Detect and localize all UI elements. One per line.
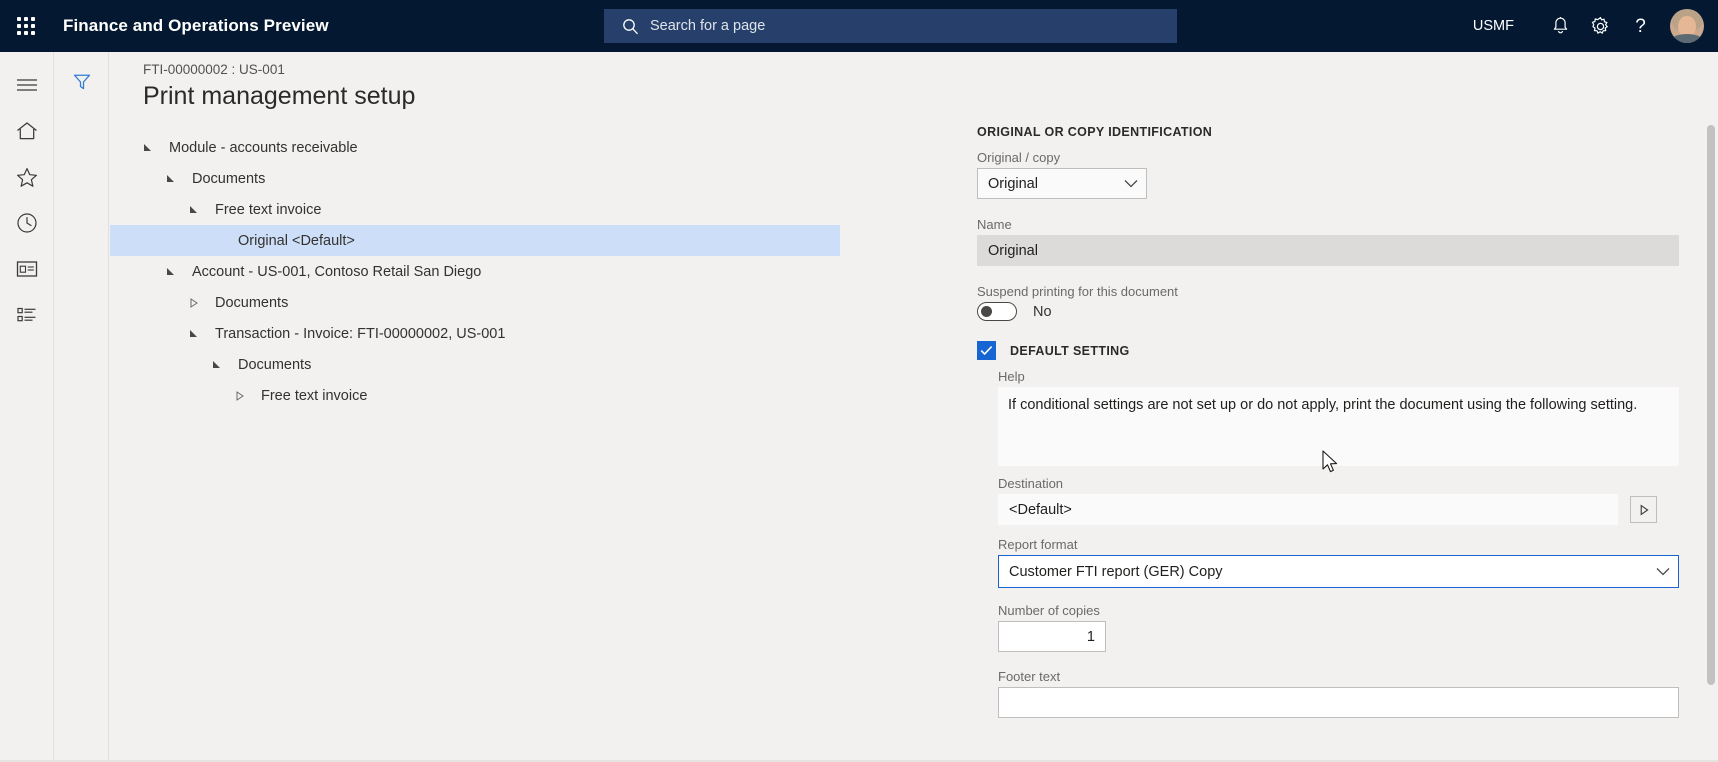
- chevron-down-icon: [1124, 179, 1138, 188]
- search-placeholder: Search for a page: [650, 18, 766, 34]
- original-copy-value: Original: [988, 175, 1038, 192]
- expanded-triangle-icon[interactable]: [166, 267, 186, 277]
- name-field-group: Name Original: [977, 217, 1679, 266]
- suspend-printing-group: Suspend printing for this document No: [977, 284, 1297, 321]
- tree-node[interactable]: Free text invoice: [143, 380, 933, 411]
- destination-value[interactable]: <Default>: [998, 494, 1618, 525]
- report-format-value: Customer FTI report (GER) Copy: [1009, 563, 1223, 580]
- report-format-field-group: Report format Customer FTI report (GER) …: [977, 537, 1679, 588]
- help-text: If conditional settings are not set up o…: [998, 387, 1679, 466]
- help-field-group: Help If conditional settings are not set…: [977, 369, 1679, 466]
- app-launcher-icon[interactable]: [0, 0, 52, 52]
- expanded-triangle-icon[interactable]: [189, 329, 209, 339]
- tree-node[interactable]: Documents: [143, 163, 933, 194]
- original-copy-field-group: Original / copy Original: [977, 150, 1147, 199]
- tree-node[interactable]: Documents: [143, 287, 933, 318]
- top-navigation-bar: Finance and Operations Preview Search fo…: [0, 0, 1718, 52]
- collapsed-triangle-icon[interactable]: [235, 390, 255, 401]
- expanded-triangle-icon[interactable]: [143, 143, 163, 153]
- svg-text:?: ?: [1635, 16, 1646, 37]
- tree-node-label: Documents: [192, 170, 266, 187]
- tree-node-selected[interactable]: Original <Default>: [110, 225, 840, 256]
- help-label: Help: [998, 369, 1025, 384]
- filter-funnel-icon[interactable]: [55, 62, 109, 102]
- settings-gear-icon[interactable]: [1580, 6, 1620, 46]
- tree-node-label: Original <Default>: [238, 232, 355, 249]
- hamburger-menu-icon[interactable]: [0, 62, 54, 108]
- footer-text-input[interactable]: [998, 687, 1679, 718]
- avatar-body: [1671, 34, 1703, 43]
- tree-node-label: Transaction - Invoice: FTI-00000002, US-…: [215, 325, 506, 342]
- workspaces-icon[interactable]: [0, 246, 54, 292]
- destination-row: <Default>: [998, 494, 1700, 525]
- page-content: FTI-00000002 : US-001 Print management s…: [110, 52, 1718, 762]
- original-copy-label: Original / copy: [977, 150, 1061, 165]
- user-avatar[interactable]: [1670, 9, 1704, 43]
- section-title-default-setting: Default setting: [1010, 343, 1130, 358]
- suspend-printing-value: No: [1033, 303, 1052, 320]
- original-copy-select[interactable]: Original: [977, 168, 1147, 199]
- suspend-printing-label: Suspend printing for this document: [977, 284, 1178, 299]
- filter-pane-column: [55, 52, 109, 762]
- name-value: Original: [977, 235, 1679, 266]
- notifications-bell-icon[interactable]: [1540, 6, 1580, 46]
- expanded-triangle-icon[interactable]: [166, 174, 186, 184]
- tree-node-label: Account - US-001, Contoso Retail San Die…: [192, 263, 482, 280]
- breadcrumb: FTI-00000002 : US-001: [143, 62, 285, 77]
- app-launcher-grid: [17, 17, 35, 35]
- tree-node[interactable]: Transaction - Invoice: FTI-00000002, US-…: [143, 318, 933, 349]
- vertical-scrollbar[interactable]: [1707, 125, 1715, 755]
- search-input[interactable]: Search for a page: [604, 9, 1177, 43]
- default-setting-checkbox[interactable]: [977, 341, 996, 360]
- expanded-triangle-icon[interactable]: [212, 360, 232, 370]
- destination-label: Destination: [998, 476, 1064, 491]
- footer-text-field-group: Footer text: [977, 669, 1679, 718]
- app-title: Finance and Operations Preview: [63, 16, 329, 35]
- page-title: Print management setup: [143, 82, 416, 110]
- scrollbar-thumb[interactable]: [1707, 125, 1715, 685]
- tree-node[interactable]: Module - accounts receivable: [143, 132, 933, 163]
- collapsed-triangle-icon[interactable]: [189, 297, 209, 308]
- number-of-copies-label: Number of copies: [998, 603, 1100, 618]
- tree-node-label: Documents: [215, 294, 289, 311]
- tree-node[interactable]: Documents: [143, 349, 933, 380]
- tree-node-label: Free text invoice: [261, 387, 368, 404]
- details-pane: Original or copy identification Original…: [955, 52, 1700, 762]
- expanded-triangle-icon[interactable]: [189, 205, 209, 215]
- number-of-copies-field-group: Number of copies 1: [977, 603, 1107, 652]
- report-format-select[interactable]: Customer FTI report (GER) Copy: [998, 555, 1679, 588]
- topbar-actions: USMF ?: [1473, 0, 1718, 52]
- print-management-tree: Module - accounts receivable Documents F…: [110, 132, 933, 411]
- company-selector[interactable]: USMF: [1473, 18, 1514, 34]
- run-triangle-icon[interactable]: [1630, 496, 1657, 523]
- tree-node-label: Documents: [238, 356, 312, 373]
- name-label: Name: [977, 217, 1012, 232]
- tree-node-label: Free text invoice: [215, 201, 322, 218]
- report-format-label: Report format: [998, 537, 1078, 552]
- star-icon[interactable]: [0, 154, 54, 200]
- search-icon: [622, 18, 639, 35]
- suspend-printing-toggle-row: No: [977, 302, 1297, 321]
- tree-node-label: Module - accounts receivable: [169, 139, 358, 156]
- left-navigation-rail: [0, 52, 54, 762]
- help-question-icon[interactable]: ?: [1620, 6, 1660, 46]
- home-icon[interactable]: [0, 108, 54, 154]
- tree-node[interactable]: Free text invoice: [143, 194, 933, 225]
- toggle-knob: [981, 306, 992, 317]
- number-of-copies-input[interactable]: 1: [998, 621, 1106, 652]
- suspend-printing-toggle[interactable]: [977, 302, 1017, 321]
- default-setting-header: Default setting: [977, 341, 1130, 360]
- modules-list-icon[interactable]: [0, 292, 54, 338]
- chevron-down-icon: [1656, 567, 1670, 576]
- destination-field-group: Destination <Default>: [977, 476, 1700, 525]
- tree-node[interactable]: Account - US-001, Contoso Retail San Die…: [143, 256, 933, 287]
- clock-icon[interactable]: [0, 200, 54, 246]
- checkmark-icon: [980, 346, 993, 356]
- section-title-identification: Original or copy identification: [977, 125, 1213, 139]
- footer-text-label: Footer text: [998, 669, 1061, 684]
